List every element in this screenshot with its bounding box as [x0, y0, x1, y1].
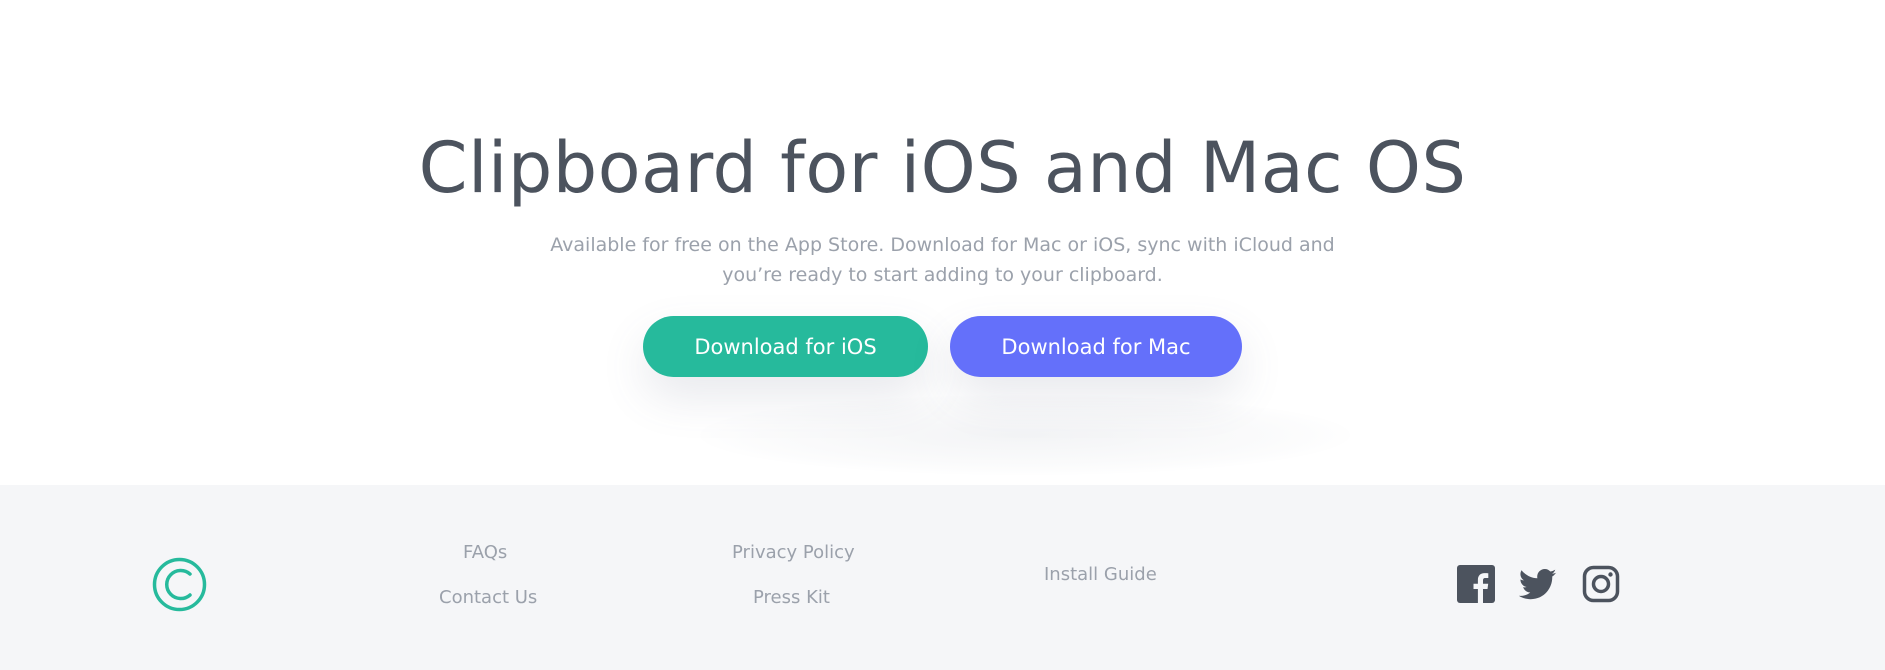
- footer-link-contact[interactable]: Contact Us: [439, 587, 537, 608]
- footer-link-install-guide[interactable]: Install Guide: [1044, 564, 1157, 585]
- clipboard-logo-icon[interactable]: [152, 557, 207, 612]
- instagram-icon[interactable]: [1582, 565, 1620, 603]
- footer-link-faqs[interactable]: FAQs: [463, 542, 507, 563]
- download-mac-button[interactable]: Download for Mac: [950, 316, 1242, 377]
- footer-link-privacy[interactable]: Privacy Policy: [732, 542, 855, 563]
- footer-link-press-kit[interactable]: Press Kit: [753, 587, 830, 608]
- footer: FAQs Contact Us Privacy Policy Press Kit…: [0, 485, 1885, 670]
- facebook-icon[interactable]: [1457, 565, 1495, 603]
- twitter-icon[interactable]: [1518, 565, 1557, 603]
- button-shadow: [700, 395, 1350, 475]
- hero-subtitle: Available for free on the App Store. Dow…: [550, 234, 1335, 286]
- hero-section: Clipboard for iOS and Mac OS Available f…: [0, 0, 1885, 485]
- download-ios-button[interactable]: Download for iOS: [643, 316, 928, 377]
- page-title: Clipboard for iOS and Mac OS: [418, 127, 1467, 209]
